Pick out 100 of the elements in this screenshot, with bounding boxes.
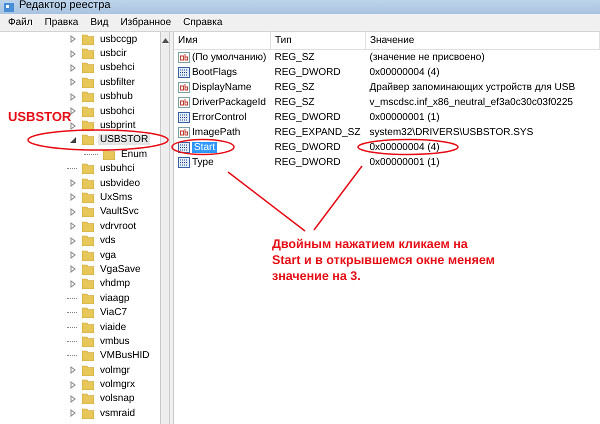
value-data: system32\DRIVERS\USBSTOR.SYS bbox=[370, 127, 534, 138]
highlight-ellipse bbox=[171, 138, 235, 156]
value-type: REG_DWORD bbox=[274, 67, 341, 78]
tree-item[interactable]: usbehci bbox=[98, 62, 136, 74]
leader-line bbox=[313, 166, 363, 230]
folder-icon bbox=[82, 48, 94, 60]
tree-item[interactable]: vhdmp bbox=[98, 278, 132, 290]
tree-item[interactable]: usbcir bbox=[98, 48, 129, 60]
folder-icon bbox=[82, 408, 94, 419]
tree-item[interactable]: vsmraid bbox=[98, 408, 138, 419]
collapsed-arrow-icon[interactable] bbox=[69, 179, 77, 188]
collapsed-arrow-icon[interactable] bbox=[69, 236, 77, 245]
collapsed-arrow-icon[interactable] bbox=[69, 208, 77, 216]
value-data: 0x00000001 (1) bbox=[370, 112, 440, 123]
tree-item[interactable]: usbprint bbox=[98, 120, 138, 132]
collapsed-arrow-icon[interactable] bbox=[69, 394, 77, 403]
menu-item[interactable]: Правка bbox=[38, 14, 84, 30]
menu-item[interactable]: Файл bbox=[2, 14, 39, 30]
folder-icon bbox=[82, 336, 94, 347]
value-name[interactable]: (По умолчанию) bbox=[192, 52, 266, 63]
value-type: REG_SZ bbox=[274, 82, 315, 93]
column-header[interactable]: Имя bbox=[174, 32, 270, 50]
tree-item[interactable]: usbvideo bbox=[98, 178, 142, 189]
tree-item[interactable]: ViaC7 bbox=[98, 307, 130, 318]
string-value-icon bbox=[178, 97, 190, 108]
menu-item[interactable]: Избранное bbox=[114, 14, 178, 30]
tree-item[interactable]: usbhub bbox=[98, 91, 135, 102]
collapsed-arrow-icon[interactable] bbox=[69, 280, 77, 288]
collapsed-arrow-icon[interactable] bbox=[69, 50, 77, 58]
collapsed-arrow-icon[interactable] bbox=[69, 265, 77, 274]
folder-icon bbox=[82, 163, 94, 174]
annotation-label: USBSTOR bbox=[8, 109, 72, 124]
string-value-icon bbox=[178, 82, 190, 93]
value-name[interactable]: DriverPackageId bbox=[192, 97, 266, 108]
tree-item[interactable]: VgaSave bbox=[98, 264, 143, 275]
collapsed-arrow-icon[interactable] bbox=[69, 35, 77, 44]
scroll-up-icon[interactable] bbox=[162, 38, 168, 43]
value-name[interactable]: ErrorControl bbox=[192, 112, 246, 123]
folder-icon bbox=[82, 364, 94, 376]
menu-item[interactable]: Справка bbox=[177, 14, 228, 30]
collapsed-arrow-icon[interactable] bbox=[69, 222, 77, 230]
collapsed-arrow-icon[interactable] bbox=[69, 251, 77, 260]
tree-item[interactable]: volsnap bbox=[98, 393, 136, 404]
value-name[interactable]: ImagePath bbox=[192, 127, 240, 138]
folder-icon bbox=[82, 106, 94, 117]
menu-item[interactable]: Вид bbox=[84, 14, 114, 30]
tree-item[interactable]: VaultSvc bbox=[98, 206, 141, 218]
folder-icon bbox=[82, 322, 94, 332]
binary-value-icon bbox=[178, 142, 190, 153]
collapsed-arrow-icon[interactable] bbox=[69, 92, 77, 101]
folder-icon bbox=[82, 350, 94, 362]
tree-item[interactable]: viaagp bbox=[98, 292, 132, 304]
collapsed-arrow-icon[interactable] bbox=[69, 409, 77, 418]
tree-item[interactable]: usbccgp bbox=[98, 34, 140, 45]
value-data: Драйвер запоминающих устройств для USB bbox=[370, 82, 576, 93]
folder-icon bbox=[82, 192, 94, 203]
column-header[interactable]: Тип bbox=[270, 32, 366, 50]
tree-item[interactable]: usbfilter bbox=[98, 76, 138, 88]
value-name[interactable]: DisplayName bbox=[192, 82, 252, 93]
folder-icon bbox=[82, 178, 94, 189]
tree-item[interactable]: vdrvroot bbox=[98, 220, 138, 232]
tree-item[interactable]: vmbus bbox=[98, 336, 132, 347]
tree-item[interactable]: UxSms bbox=[98, 192, 134, 203]
window-title: Редактор реестра bbox=[19, 0, 111, 11]
collapsed-arrow-icon[interactable] bbox=[69, 366, 77, 374]
tree-item[interactable]: VMBusHID bbox=[98, 350, 152, 362]
folder-icon bbox=[82, 134, 94, 146]
string-value-icon bbox=[178, 127, 190, 138]
folder-icon bbox=[82, 307, 94, 318]
collapsed-arrow-icon[interactable] bbox=[69, 64, 77, 72]
folder-icon bbox=[82, 91, 94, 102]
collapsed-arrow-icon[interactable] bbox=[69, 78, 77, 86]
collapsed-arrow-icon[interactable] bbox=[69, 193, 77, 202]
tree-item[interactable]: volmgrx bbox=[98, 379, 138, 390]
tree-item[interactable]: viaide bbox=[98, 322, 128, 332]
tree-item[interactable]: usbuhci bbox=[98, 163, 136, 174]
tree-item[interactable]: USBSTOR bbox=[98, 134, 150, 146]
folder-icon bbox=[82, 206, 94, 218]
tree-item[interactable]: vds bbox=[98, 235, 118, 246]
folder-icon bbox=[82, 379, 94, 390]
value-data: 0x00000004 (4) bbox=[370, 142, 440, 153]
scrollbar[interactable] bbox=[161, 32, 170, 424]
binary-value-icon bbox=[178, 67, 190, 78]
column-header[interactable]: Значение bbox=[366, 32, 600, 50]
folder-icon bbox=[82, 264, 94, 275]
collapsed-arrow-icon[interactable] bbox=[69, 122, 77, 130]
collapsed-arrow-icon[interactable] bbox=[69, 380, 77, 389]
value-type: REG_DWORD bbox=[274, 142, 341, 153]
collapsed-arrow-icon[interactable] bbox=[69, 107, 77, 116]
tree-item[interactable]: Enum bbox=[119, 148, 150, 160]
folder-icon bbox=[82, 220, 94, 232]
value-name[interactable]: Type bbox=[192, 157, 214, 168]
registry-editor-icon bbox=[3, 1, 15, 13]
value-type: REG_EXPAND_SZ bbox=[274, 127, 360, 138]
tree-item[interactable]: volmgr bbox=[98, 364, 132, 376]
tree-item[interactable]: vga bbox=[98, 250, 118, 261]
value-name[interactable]: BootFlags bbox=[192, 67, 238, 78]
folder-icon bbox=[82, 250, 94, 261]
tree-item[interactable]: usbohci bbox=[98, 106, 136, 117]
expanded-arrow-icon[interactable] bbox=[69, 136, 77, 144]
